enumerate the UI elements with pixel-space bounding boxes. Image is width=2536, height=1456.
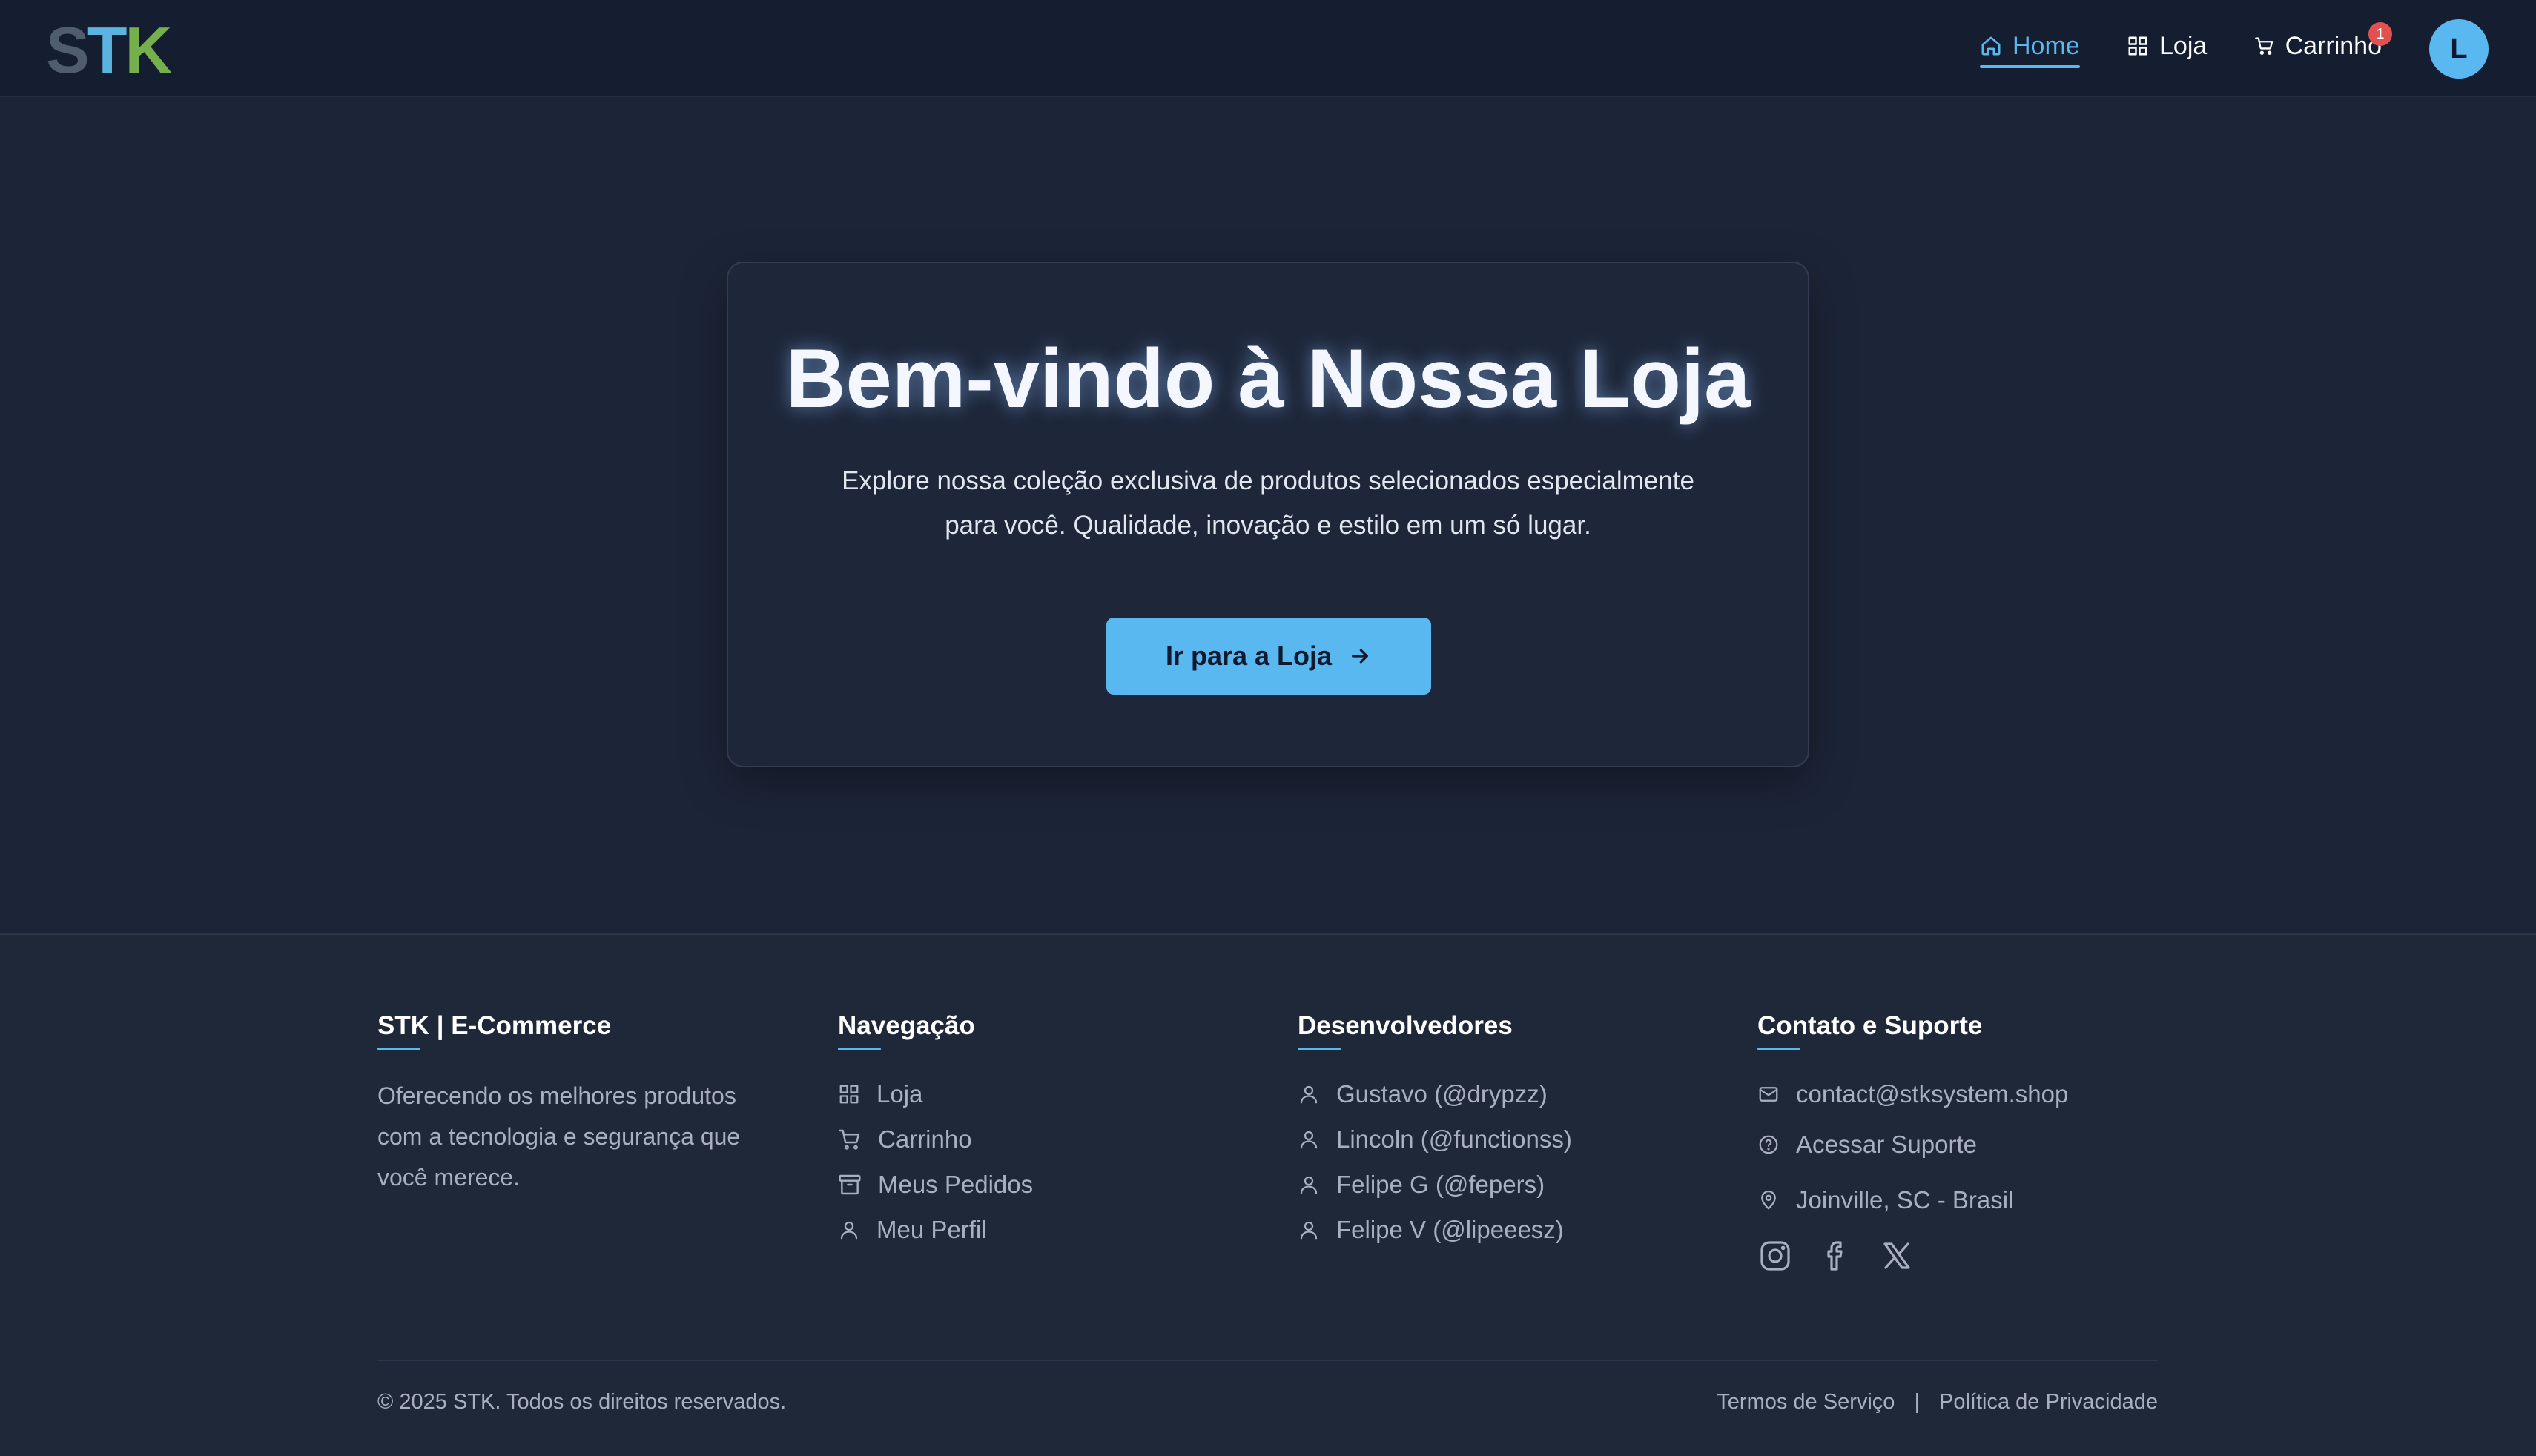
- facebook-icon[interactable]: [1818, 1238, 1854, 1274]
- home-icon: [1981, 36, 2001, 56]
- footer-developers-title: Desenvolvedores: [1298, 1011, 1513, 1040]
- terms-of-service-link[interactable]: Termos de Serviço: [1717, 1390, 1895, 1414]
- nav-home-label: Home: [2012, 31, 2080, 60]
- site-footer: STK | E-Commerce Oferecendo os melhores …: [0, 933, 2536, 1456]
- footer-link-label: Meus Pedidos: [878, 1170, 1034, 1198]
- contact-support-link[interactable]: Acessar Suporte: [1757, 1116, 2068, 1172]
- cart-count-badge: 1: [2368, 22, 2392, 46]
- footer-link-carrinho[interactable]: Carrinho: [838, 1116, 1033, 1162]
- user-icon: [1300, 1176, 1318, 1194]
- developer-link-lincoln[interactable]: Lincoln (@functionss): [1298, 1116, 1572, 1162]
- title-accent-bar: [1757, 1048, 1800, 1050]
- welcome-card: Bem-vindo à Nossa Loja Explore nossa col…: [727, 262, 1809, 767]
- developer-name: Lincoln (@functionss): [1336, 1125, 1572, 1153]
- footer-contact-title: Contato e Suporte: [1757, 1011, 1983, 1040]
- map-pin-icon: [1761, 1190, 1776, 1209]
- footer-divider: [377, 1360, 2158, 1361]
- copyright-text: © 2025 STK. Todos os direitos reservados…: [377, 1390, 787, 1414]
- footer-developers-column: Desenvolvedores Gustavo (@drypzz) Lincol…: [1298, 1007, 1572, 1252]
- footer-link-meus-pedidos[interactable]: Meus Pedidos: [838, 1162, 1033, 1207]
- cart-icon: [839, 1129, 860, 1150]
- hero-title: Bem-vindo à Nossa Loja: [785, 332, 1751, 425]
- contact-email-link[interactable]: contact@stksystem.shop: [1757, 1071, 2068, 1116]
- about-text-line-1: Oferecendo os melhores produtos: [377, 1082, 736, 1109]
- about-text-line-3: você merece.: [377, 1164, 521, 1191]
- user-icon: [1300, 1131, 1318, 1148]
- hero-description: Explore nossa coleção exclusiva de produ…: [817, 459, 1719, 548]
- footer-link-label: Loja: [876, 1079, 923, 1108]
- grid-icon: [2128, 36, 2147, 56]
- developer-link-felipe-v[interactable]: Felipe V (@lipeeesz): [1298, 1207, 1572, 1252]
- logo-letter-k: K: [125, 13, 172, 87]
- hero-description-line-1: Explore nossa coleção exclusiva de produ…: [842, 466, 1694, 495]
- go-to-store-label: Ir para a Loja: [1165, 641, 1333, 671]
- contact-location-text: Joinville, SC - Brasil: [1796, 1185, 2014, 1214]
- about-text-line-2: com a tecnologia e segurança que: [377, 1123, 741, 1150]
- developer-link-felipe-g[interactable]: Felipe G (@fepers): [1298, 1162, 1572, 1207]
- developer-link-gustavo[interactable]: Gustavo (@drypzz): [1298, 1071, 1572, 1116]
- nav-loja-link[interactable]: Loja: [2127, 27, 2207, 65]
- nav-loja-label: Loja: [2159, 31, 2208, 60]
- logo-letter-t: T: [87, 13, 128, 87]
- user-icon: [840, 1221, 858, 1239]
- footer-link-label: Carrinho: [878, 1125, 972, 1153]
- developer-name: Felipe V (@lipeeesz): [1336, 1215, 1564, 1243]
- stk-logo[interactable]: STK: [46, 18, 172, 83]
- help-circle-icon: [1759, 1135, 1778, 1154]
- footer-about-column: STK | E-Commerce Oferecendo os melhores …: [377, 1007, 778, 1198]
- footer-about-text: Oferecendo os melhores produtos com a te…: [377, 1076, 778, 1198]
- footer-contact-column: Contato e Suporte contact@stksystem.shop…: [1757, 1007, 2068, 1274]
- social-links: [1757, 1238, 2068, 1274]
- nav-home-link[interactable]: Home: [1980, 27, 2080, 68]
- cart-icon: [2255, 37, 2274, 55]
- footer-link-loja[interactable]: Loja: [838, 1071, 1033, 1116]
- footer-about-title: STK | E-Commerce: [377, 1011, 612, 1040]
- user-icon: [1300, 1085, 1318, 1103]
- developer-name: Gustavo (@drypzz): [1336, 1079, 1548, 1108]
- instagram-icon[interactable]: [1757, 1238, 1793, 1274]
- privacy-policy-link[interactable]: Política de Privacidade: [1939, 1390, 2158, 1414]
- footer-navigation-title: Navegação: [838, 1011, 975, 1040]
- title-accent-bar: [1298, 1048, 1341, 1050]
- title-accent-bar: [838, 1048, 881, 1050]
- top-navbar: STK Home Loja Carrinho 1 L: [0, 0, 2536, 97]
- user-icon: [1300, 1221, 1318, 1239]
- hero-description-line-2: para você. Qualidade, inovação e estilo …: [945, 511, 1591, 540]
- title-accent-bar: [377, 1048, 420, 1050]
- contact-email: contact@stksystem.shop: [1796, 1079, 2069, 1108]
- footer-navigation-column: Navegação Loja Carrinho Meus Pedidos Meu…: [838, 1007, 1033, 1252]
- developer-name: Felipe G (@fepers): [1336, 1170, 1545, 1198]
- footer-link-label: Meu Perfil: [876, 1215, 987, 1243]
- mail-icon: [1759, 1086, 1778, 1102]
- nav-cart-label: Carrinho: [2285, 31, 2382, 60]
- nav-cart-link[interactable]: Carrinho: [2254, 27, 2382, 65]
- active-nav-underline: [1980, 65, 2080, 68]
- contact-support: Acessar Suporte: [1796, 1130, 1977, 1158]
- footer-link-meu-perfil[interactable]: Meu Perfil: [838, 1207, 1033, 1252]
- archive-icon: [839, 1174, 861, 1194]
- user-avatar[interactable]: L: [2429, 19, 2489, 79]
- x-icon[interactable]: [1879, 1238, 1915, 1274]
- legal-links: Termos de Serviço | Política de Privacid…: [1717, 1390, 2158, 1414]
- go-to-store-button[interactable]: Ir para a Loja: [1106, 618, 1431, 695]
- contact-location: Joinville, SC - Brasil: [1757, 1172, 2068, 1228]
- arrow-right-icon: [1352, 649, 1368, 664]
- grid-icon: [839, 1085, 859, 1103]
- legal-separator: |: [1914, 1390, 1920, 1414]
- logo-letter-s: S: [46, 13, 90, 87]
